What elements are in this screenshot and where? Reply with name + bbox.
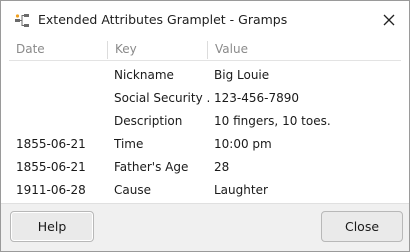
cell-date: 1911-06-28 (16, 183, 86, 197)
column-header-key[interactable]: Key (115, 42, 137, 56)
cell-date: 1855-06-21 (16, 137, 86, 151)
table-row[interactable]: 1855-06-21 Father's Age 28 (9, 156, 401, 179)
table-header: Date Key Value (9, 39, 401, 61)
cell-key: Time (114, 137, 144, 151)
table-row[interactable]: Nickname Big Louie (9, 64, 401, 87)
column-header-date[interactable]: Date (16, 42, 45, 56)
button-bar: Help Close (1, 203, 409, 251)
table-row[interactable]: Social Security ... 123-456-7890 (9, 87, 401, 110)
table-row[interactable]: Description 10 fingers, 10 toes. (9, 110, 401, 133)
cell-key: Father's Age (114, 160, 189, 174)
cell-value: 123-456-7890 (214, 91, 300, 105)
column-header-value[interactable]: Value (215, 42, 248, 56)
cell-key: Nickname (114, 68, 174, 82)
cell-value: 10 fingers, 10 toes. (214, 114, 331, 128)
dialog-window: Extended Attributes Gramplet - Gramps Da… (0, 0, 410, 252)
cell-key: Cause (114, 183, 151, 197)
title-bar: Extended Attributes Gramplet - Gramps (1, 1, 409, 39)
help-button[interactable]: Help (10, 211, 94, 242)
attributes-table: Date Key Value Nickname Big Louie Social… (9, 39, 401, 203)
column-separator (207, 41, 208, 59)
close-icon[interactable] (381, 12, 397, 28)
cell-value: Laughter (214, 183, 268, 197)
cell-value: 10:00 pm (214, 137, 272, 151)
cell-date: 1855-06-21 (16, 160, 86, 174)
table-row[interactable]: 1911-06-28 Cause Laughter (9, 179, 401, 202)
cell-key: Social Security ... (114, 91, 210, 105)
table-row[interactable]: 1855-06-21 Time 10:00 pm (9, 133, 401, 156)
cell-key: Description (114, 114, 183, 128)
cell-value: Big Louie (214, 68, 270, 82)
close-button[interactable]: Close (321, 211, 403, 242)
column-separator (107, 41, 108, 59)
window-title: Extended Attributes Gramplet - Gramps (38, 12, 288, 27)
gramps-app-icon (14, 12, 30, 28)
cell-value: 28 (214, 160, 230, 174)
